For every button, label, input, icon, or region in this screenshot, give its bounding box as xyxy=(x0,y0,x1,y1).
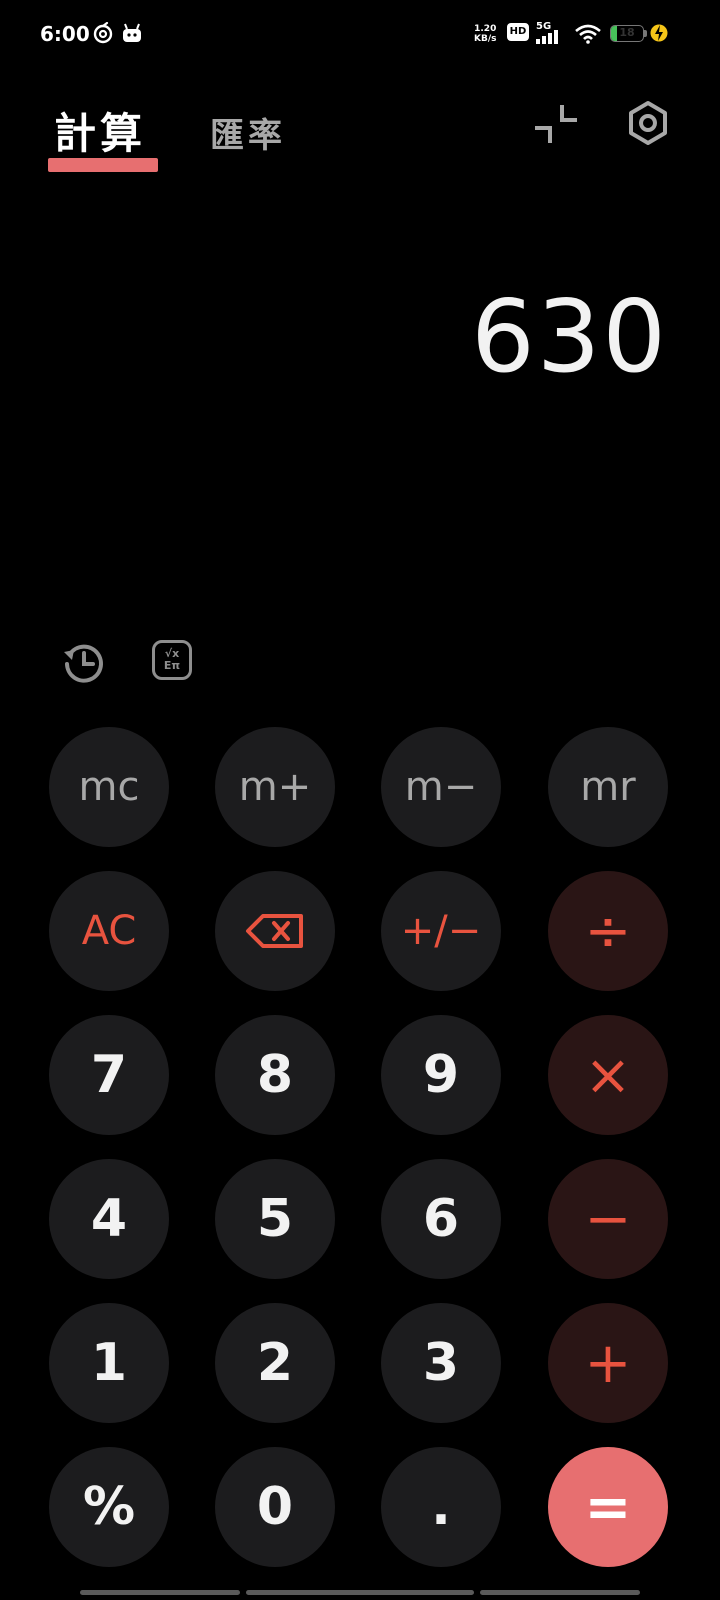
key-percent[interactable]: % xyxy=(49,1447,169,1567)
key-m-plus[interactable]: m+ xyxy=(215,727,335,847)
key-label: +/− xyxy=(400,908,482,954)
key-label: 1 xyxy=(90,1333,128,1393)
gesture-bar-left xyxy=(80,1590,240,1595)
key-label: % xyxy=(82,1477,136,1537)
collapse-icon[interactable] xyxy=(535,103,577,145)
key-label: AC xyxy=(81,908,137,954)
key-label: 8 xyxy=(256,1045,294,1105)
key-label: 5 xyxy=(256,1189,294,1249)
key-7[interactable]: 7 xyxy=(49,1015,169,1135)
gesture-bar-right xyxy=(480,1590,640,1595)
key-6[interactable]: 6 xyxy=(381,1159,501,1279)
history-icon[interactable] xyxy=(62,640,106,684)
key-label: + xyxy=(584,1330,632,1396)
key-8[interactable]: 8 xyxy=(215,1015,335,1135)
key-divide[interactable]: ÷ xyxy=(548,871,668,991)
key-mr[interactable]: mr xyxy=(548,727,668,847)
signal-icon xyxy=(536,30,558,44)
key-decimal[interactable]: . xyxy=(381,1447,501,1567)
notification-robot-icon xyxy=(123,23,141,42)
battery-indicator: 18 xyxy=(610,25,644,42)
key-5[interactable]: 5 xyxy=(215,1159,335,1279)
key-mc[interactable]: mc xyxy=(49,727,169,847)
key-subtract[interactable]: − xyxy=(548,1159,668,1279)
calculator-screen: 6:00 1.20 KB/s HD 5G 18 計算 匯率 630 √x Eπ … xyxy=(0,0,720,1600)
key-label: ÷ xyxy=(584,898,632,964)
hd-badge: HD xyxy=(507,23,529,41)
wifi-icon xyxy=(575,24,601,44)
settings-icon[interactable] xyxy=(625,100,671,146)
key-all-clear[interactable]: AC xyxy=(49,871,169,991)
key-0[interactable]: 0 xyxy=(215,1447,335,1567)
key-m-minus[interactable]: m− xyxy=(381,727,501,847)
key-toggle-sign[interactable]: +/− xyxy=(381,871,501,991)
key-1[interactable]: 1 xyxy=(49,1303,169,1423)
status-bar: 6:00 1.20 KB/s HD 5G 18 xyxy=(0,0,720,72)
key-add[interactable]: + xyxy=(548,1303,668,1423)
key-2[interactable]: 2 xyxy=(215,1303,335,1423)
key-equals[interactable]: = xyxy=(548,1447,668,1567)
key-label: 6 xyxy=(422,1189,460,1249)
gesture-bar-center xyxy=(246,1590,474,1595)
key-label: − xyxy=(584,1186,632,1252)
key-label: = xyxy=(584,1474,632,1540)
battery-cap xyxy=(644,30,647,37)
scientific-mode-icon[interactable]: √x Eπ xyxy=(152,640,192,680)
key-label: mc xyxy=(78,764,140,810)
scientific-symbol-bottom: Eπ xyxy=(163,659,181,672)
key-label: m− xyxy=(404,764,478,810)
key-label: . xyxy=(431,1477,451,1537)
tab-active-underline xyxy=(48,158,158,172)
key-label: 4 xyxy=(90,1189,128,1249)
tab-calculate[interactable]: 計算 xyxy=(54,100,146,161)
charging-icon xyxy=(650,24,668,42)
key-label: 3 xyxy=(422,1333,460,1393)
key-label: 0 xyxy=(256,1477,294,1537)
status-time: 6:00 xyxy=(40,22,90,46)
key-4[interactable]: 4 xyxy=(49,1159,169,1279)
battery-level: 18 xyxy=(619,26,635,39)
key-label: mr xyxy=(580,764,636,810)
key-label: m+ xyxy=(238,764,312,810)
key-label: 9 xyxy=(422,1045,460,1105)
backspace-icon xyxy=(246,914,303,948)
key-label: × xyxy=(584,1042,632,1108)
key-3[interactable]: 3 xyxy=(381,1303,501,1423)
key-backspace[interactable] xyxy=(215,871,335,991)
net-speed: 1.20 KB/s xyxy=(474,24,496,44)
result-display: 630 xyxy=(471,278,668,395)
net-speed-unit: KB/s xyxy=(474,34,497,44)
net-speed-value: 1.20 xyxy=(474,24,497,34)
key-label: 7 xyxy=(90,1045,128,1105)
key-multiply[interactable]: × xyxy=(548,1015,668,1135)
tab-exchange-rate[interactable]: 匯率 xyxy=(210,108,286,157)
key-9[interactable]: 9 xyxy=(381,1015,501,1135)
key-label: 2 xyxy=(256,1333,294,1393)
notification-app-icon xyxy=(93,22,113,44)
